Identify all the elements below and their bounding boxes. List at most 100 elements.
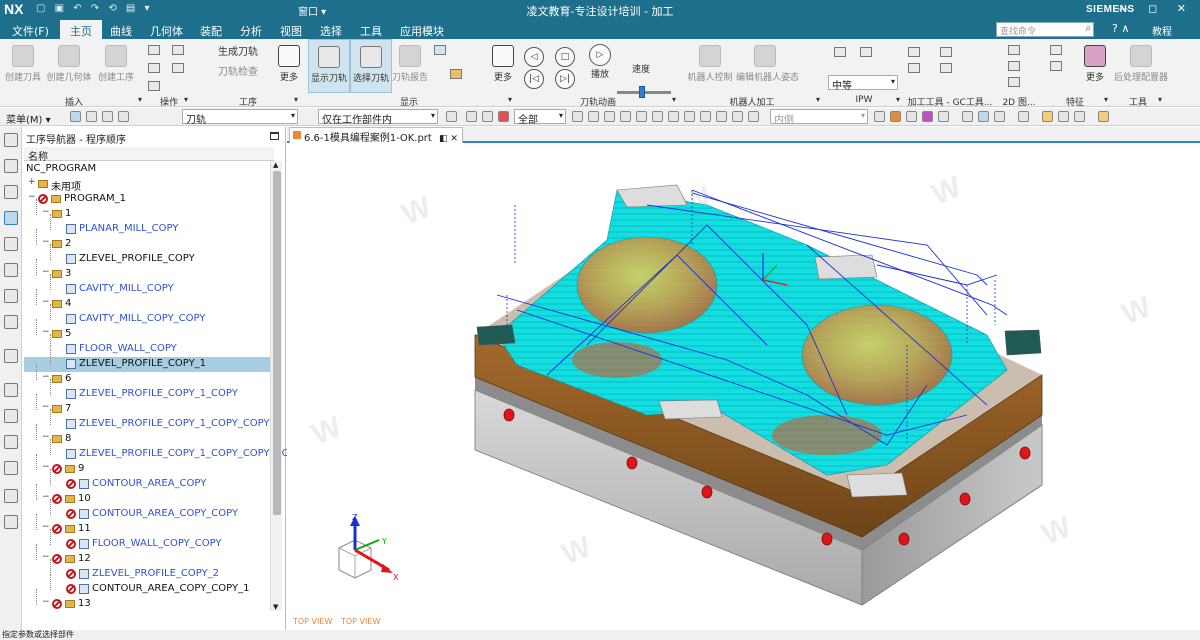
collapse-icon[interactable]: − [42, 492, 50, 502]
help-icon[interactable]: ? ∧ [1112, 22, 1129, 35]
constraint-navigator-icon[interactable] [4, 185, 18, 199]
collapse-icon[interactable]: − [42, 462, 50, 472]
object-info-icon[interactable] [172, 63, 184, 73]
generate-toolpath-button[interactable]: 生成刀轨 [200, 43, 260, 63]
create-geometry-button[interactable]: 创建几何体 [46, 39, 92, 93]
deselect-icon[interactable] [102, 111, 113, 122]
settings-icon[interactable] [4, 133, 18, 147]
step-back-icon[interactable]: ◁ [524, 47, 544, 67]
tree-row[interactable]: NC_PROGRAM [24, 162, 270, 177]
web-browser-icon[interactable] [4, 349, 18, 363]
2d-tool-1-icon[interactable] [1008, 45, 1020, 55]
graphics-window[interactable]: W W W W W W W Z Y X TOP VIEW TOP VIEW [287, 145, 1200, 630]
selection-group-select[interactable]: 全部 ▾ [514, 109, 566, 126]
snap-point-select[interactable]: 内侧 ▾ [770, 109, 868, 126]
gc-tool-4-icon[interactable] [940, 63, 952, 73]
chevron-down-icon[interactable]: ▾ [816, 95, 820, 104]
tree-row[interactable]: −6 [24, 364, 270, 387]
chevron-down-icon[interactable]: ▾ [294, 95, 298, 104]
more-feature-button[interactable]: 更多 [1082, 39, 1108, 93]
tree-row[interactable]: − 10 [24, 484, 270, 507]
copy-object-icon[interactable] [148, 63, 160, 73]
attribute-icon[interactable] [172, 45, 184, 55]
view-2-icon[interactable] [890, 111, 901, 122]
display-options-icon[interactable] [434, 45, 446, 55]
menu-home[interactable]: 主页 [60, 20, 102, 39]
collapse-icon[interactable]: − [42, 552, 50, 562]
tree-row[interactable]: CAVITY_MILL_COPY_COPY [24, 304, 270, 327]
chevron-down-icon[interactable]: ▾ [138, 95, 142, 104]
tree-row[interactable]: CAVITY_MILL_COPY [24, 274, 270, 297]
tree-row[interactable]: −2 [24, 229, 270, 252]
menu-applications[interactable]: 应用模块 [400, 23, 444, 39]
snap-5-icon[interactable] [636, 111, 647, 122]
chevron-down-icon[interactable]: ▾ [184, 95, 188, 104]
color-filter-icon[interactable] [498, 111, 509, 122]
collapse-icon[interactable]: − [42, 402, 50, 412]
chevron-down-icon[interactable]: ▾ [1104, 95, 1108, 104]
delete-object-icon[interactable] [148, 81, 160, 91]
collapse-icon[interactable]: − [42, 597, 50, 607]
feature-navigator-icon[interactable] [4, 315, 18, 329]
menu-tools[interactable]: 工具 [360, 23, 382, 39]
collapse-icon[interactable]: − [42, 267, 50, 277]
menu-select[interactable]: 选择 [320, 23, 342, 39]
more-operations-button[interactable]: 更多 [276, 39, 302, 93]
play-icon[interactable]: ▷ [589, 44, 611, 66]
to-start-icon[interactable]: |◁ [524, 69, 544, 89]
navigator-scrollbar[interactable]: ▲ ▼ [270, 161, 282, 611]
tree-row[interactable]: CONTOUR_AREA_COPY_COPY_1 [24, 574, 270, 597]
main-menu-button[interactable]: 菜单(M) ▾ [6, 111, 51, 126]
search-icon[interactable]: ⌕ [1085, 23, 1091, 34]
view-4-icon[interactable] [922, 111, 933, 122]
2d-tool-3-icon[interactable] [1008, 77, 1020, 87]
collapse-icon[interactable]: − [28, 192, 36, 202]
tree-row[interactable]: −5 [24, 319, 270, 342]
tree-row[interactable]: ZLEVEL_PROFILE_COPY [24, 244, 270, 267]
assembly-select-icon[interactable] [446, 111, 457, 122]
tree-row[interactable]: − 12 [24, 544, 270, 567]
gc-tool-3-icon[interactable] [940, 47, 952, 57]
tree-row[interactable]: CONTOUR_AREA_COPY_COPY [24, 499, 270, 522]
ipw-show-icon[interactable] [860, 47, 872, 57]
collapse-icon[interactable]: − [42, 327, 50, 337]
tree-row[interactable]: −9 [24, 454, 270, 477]
feature-1-icon[interactable] [1050, 45, 1062, 55]
post-configurator-button[interactable]: 后处理配置器 [1112, 39, 1170, 93]
tree-row[interactable]: −8 [24, 424, 270, 447]
selection-options-icon[interactable] [118, 111, 129, 122]
robot-control-button[interactable]: 机器人控制 [686, 39, 734, 93]
menu-file[interactable]: 文件(F) [12, 23, 49, 39]
view-1-icon[interactable] [874, 111, 885, 122]
line-icon[interactable] [1058, 111, 1069, 122]
edit-object-icon[interactable] [148, 45, 160, 55]
collapse-icon[interactable]: − [42, 237, 50, 247]
select-filter-icon[interactable] [70, 111, 81, 122]
render-1-icon[interactable] [962, 111, 973, 122]
tree-row[interactable]: PLANAR_MILL_COPY [24, 214, 270, 237]
expand-icon[interactable]: + [28, 177, 36, 187]
chevron-down-icon[interactable]: ▾ [508, 95, 512, 104]
close-icon[interactable]: ◧ ✕ [439, 134, 458, 144]
operation-navigator-icon[interactable] [4, 211, 18, 225]
toolpath-report-button[interactable]: 刀轨报告 [392, 39, 428, 93]
sketch-icon[interactable] [1042, 111, 1053, 122]
more-display-button[interactable]: 更多 [490, 39, 516, 93]
menu-view[interactable]: 视图 [280, 23, 302, 39]
menu-geometry[interactable]: 几何体 [150, 23, 183, 39]
snap-9-icon[interactable] [700, 111, 711, 122]
collapse-icon[interactable]: − [42, 207, 50, 217]
collapse-icon[interactable]: − [42, 297, 50, 307]
snap-1-icon[interactable] [572, 111, 583, 122]
create-operation-button[interactable]: 创建工序 [96, 39, 136, 93]
snap-7-icon[interactable] [668, 111, 679, 122]
tree-row[interactable]: − 11 [24, 514, 270, 537]
edit-robot-pose-button[interactable]: 编辑机器人姿态 [736, 39, 799, 93]
command-search-input[interactable]: 查找命令 ⌕ [996, 22, 1094, 37]
view-3-icon[interactable] [906, 111, 917, 122]
tree-row[interactable]: ZLEVEL_PROFILE_COPY_2 [24, 559, 270, 582]
create-tool-button[interactable]: 创建刀具 [4, 39, 42, 93]
tree-row[interactable]: CONTOUR_AREA_COPY [24, 469, 270, 492]
history-icon[interactable] [4, 383, 18, 397]
snap-6-icon[interactable] [652, 111, 663, 122]
